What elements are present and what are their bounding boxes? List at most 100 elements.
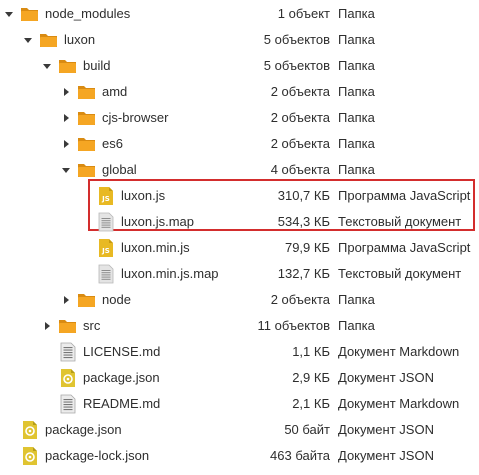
- file-type: Папка: [338, 58, 375, 73]
- file-name: global: [102, 162, 137, 177]
- markdown-file-icon: [58, 342, 78, 362]
- file-type: Папка: [338, 110, 375, 125]
- file-size: 1 объект: [277, 6, 330, 21]
- file-type: Папка: [338, 32, 375, 47]
- file-name: build: [83, 58, 111, 73]
- file-size: 132,7 КБ: [277, 266, 330, 281]
- folder-icon: [58, 316, 78, 336]
- javascript-file-icon: JS: [96, 186, 116, 206]
- file-size: 4 объекта: [270, 162, 330, 177]
- chevron-right-icon[interactable]: [60, 287, 72, 313]
- tree-row[interactable]: README.md 2,1 КБ Документ Markdown: [0, 391, 479, 417]
- file-size: 50 байт: [284, 422, 330, 437]
- file-size: 463 байта: [270, 448, 330, 463]
- file-type: Папка: [338, 292, 375, 307]
- chevron-right-icon[interactable]: [60, 131, 72, 157]
- tree-row[interactable]: build 5 объектов Папка: [0, 53, 479, 79]
- file-size: 2,1 КБ: [292, 396, 330, 411]
- file-name: es6: [102, 136, 123, 151]
- folder-icon: [77, 134, 97, 154]
- tree-row[interactable]: global 4 объекта Папка: [0, 157, 479, 183]
- chevron-right-icon[interactable]: [60, 105, 72, 131]
- file-size: 5 объектов: [263, 32, 330, 47]
- file-name: luxon.js.map: [121, 214, 194, 229]
- file-size: 5 объектов: [263, 58, 330, 73]
- file-type: Программа JavaScript: [338, 188, 471, 203]
- tree-row[interactable]: cjs-browser 2 объекта Папка: [0, 105, 479, 131]
- file-type: Текстовый документ: [338, 214, 462, 229]
- file-size: 11 объектов: [257, 318, 330, 333]
- svg-text:JS: JS: [101, 247, 110, 255]
- chevron-down-icon[interactable]: [22, 27, 34, 53]
- chevron-right-icon[interactable]: [60, 79, 72, 105]
- file-type: Текстовый документ: [338, 266, 462, 281]
- file-size: 534,3 КБ: [277, 214, 330, 229]
- file-type: Документ Markdown: [338, 396, 460, 411]
- json-file-icon: [20, 420, 40, 440]
- file-name: cjs-browser: [102, 110, 169, 125]
- file-size: 2,9 КБ: [292, 370, 330, 385]
- file-size: 2 объекта: [270, 292, 330, 307]
- file-type: Папка: [338, 162, 375, 177]
- tree-row[interactable]: LICENSE.md 1,1 КБ Документ Markdown: [0, 339, 479, 365]
- tree-row[interactable]: luxon.js.map 534,3 КБ Текстовый документ: [0, 209, 479, 235]
- file-size: 310,7 КБ: [277, 188, 330, 203]
- folder-icon: [77, 108, 97, 128]
- file-type: Программа JavaScript: [338, 240, 471, 255]
- markdown-file-icon: [58, 394, 78, 414]
- file-name: package.json: [83, 370, 160, 385]
- file-size: 2 объекта: [270, 136, 330, 151]
- text-file-icon: [96, 264, 116, 284]
- svg-text:JS: JS: [101, 195, 110, 203]
- folder-icon: [77, 160, 97, 180]
- file-name: package.json: [45, 422, 122, 437]
- tree-row[interactable]: package-lock.json 463 байта Документ JSON: [0, 443, 479, 469]
- file-type: Документ JSON: [338, 370, 434, 385]
- file-type: Папка: [338, 84, 375, 99]
- file-name: luxon.min.js: [121, 240, 190, 255]
- tree-row[interactable]: luxon.min.js.map 132,7 КБ Текстовый докуме…: [0, 261, 479, 287]
- tree-row[interactable]: JS luxon.js 310,7 КБ Программа JavaScript: [0, 183, 479, 209]
- file-name: README.md: [83, 396, 161, 411]
- tree-row[interactable]: node 2 объекта Папка: [0, 287, 479, 313]
- file-name: src: [83, 318, 101, 333]
- chevron-right-icon[interactable]: [41, 313, 53, 339]
- tree-row[interactable]: package.json 2,9 КБ Документ JSON: [0, 365, 479, 391]
- folder-icon: [77, 290, 97, 310]
- folder-icon: [58, 56, 78, 76]
- file-size: 2 объекта: [270, 110, 330, 125]
- file-name: amd: [102, 84, 128, 99]
- file-name: LICENSE.md: [83, 344, 161, 359]
- tree-row[interactable]: luxon 5 объектов Папка: [0, 27, 479, 53]
- tree-row[interactable]: node_modules 1 объект Папка: [0, 1, 479, 27]
- file-type: Папка: [338, 6, 375, 21]
- tree-row[interactable]: package.json 50 байт Документ JSON: [0, 417, 479, 443]
- chevron-down-icon[interactable]: [60, 157, 72, 183]
- file-tree-view: node_modules 1 объект Папка luxon 5 объектов…: [0, 0, 479, 475]
- javascript-file-icon: JS: [96, 238, 116, 258]
- file-name: package-lock.json: [45, 448, 150, 463]
- chevron-down-icon[interactable]: [41, 53, 53, 79]
- file-name: luxon.js: [121, 188, 166, 203]
- tree-row[interactable]: es6 2 объекта Папка: [0, 131, 479, 157]
- file-type: Документ Markdown: [338, 344, 460, 359]
- file-type: Документ JSON: [338, 448, 434, 463]
- tree-row[interactable]: src 11 объектов Папка: [0, 313, 479, 339]
- file-type: Документ JSON: [338, 422, 434, 437]
- file-size: 2 объекта: [270, 84, 330, 99]
- chevron-down-icon[interactable]: [3, 1, 15, 27]
- file-size: 79,9 КБ: [284, 240, 330, 255]
- json-file-icon: [58, 368, 78, 388]
- folder-icon: [20, 4, 40, 24]
- file-name: node_modules: [45, 6, 131, 21]
- json-file-icon: [20, 446, 40, 466]
- folder-icon: [77, 82, 97, 102]
- file-name: luxon: [64, 32, 96, 47]
- folder-icon: [39, 30, 59, 50]
- file-type: Папка: [338, 136, 375, 151]
- tree-row[interactable]: JS luxon.min.js 79,9 КБ Программа JavaScrip…: [0, 235, 479, 261]
- tree-row[interactable]: amd 2 объекта Папка: [0, 79, 479, 105]
- file-name: node: [102, 292, 131, 307]
- file-size: 1,1 КБ: [292, 344, 330, 359]
- text-file-icon: [96, 212, 116, 232]
